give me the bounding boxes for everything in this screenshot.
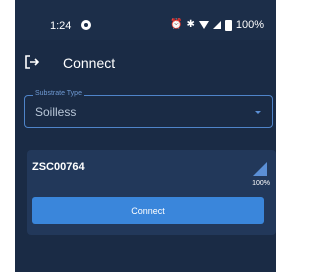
substrate-type-select[interactable]: Substrate Type Soilless: [24, 90, 273, 128]
cell-signal-icon: [212, 21, 221, 29]
signal-strength-icon: [253, 162, 267, 176]
page-title: Connect: [63, 55, 116, 71]
status-bar: 1:24 ⏰ ✱ 100%: [15, 0, 276, 40]
battery-icon: [224, 19, 232, 31]
chevron-down-icon: [255, 111, 261, 114]
app-screen: 1:24 ⏰ ✱ 100% Connect Substrate Type Soi…: [15, 0, 276, 272]
logout-icon[interactable]: [25, 55, 39, 69]
device-name: ZSC00764: [32, 161, 85, 173]
signal-strength-text: 100%: [252, 180, 270, 187]
substrate-type-value: Soilless: [35, 105, 77, 119]
status-icons: ⏰ ✱ 100%: [170, 19, 264, 31]
app-bar: Connect: [15, 43, 276, 81]
alarm-icon: ⏰: [170, 19, 183, 30]
battery-percent: 100%: [235, 19, 264, 31]
bluetooth-icon: ✱: [186, 19, 195, 30]
connect-button[interactable]: Connect: [32, 197, 264, 224]
device-card: ZSC00764 100% Connect: [27, 150, 276, 235]
status-time: 1:24: [50, 20, 72, 32]
substrate-type-label: Substrate Type: [33, 90, 84, 97]
app-notification-icon: [81, 20, 91, 30]
wifi-icon: [198, 21, 209, 29]
